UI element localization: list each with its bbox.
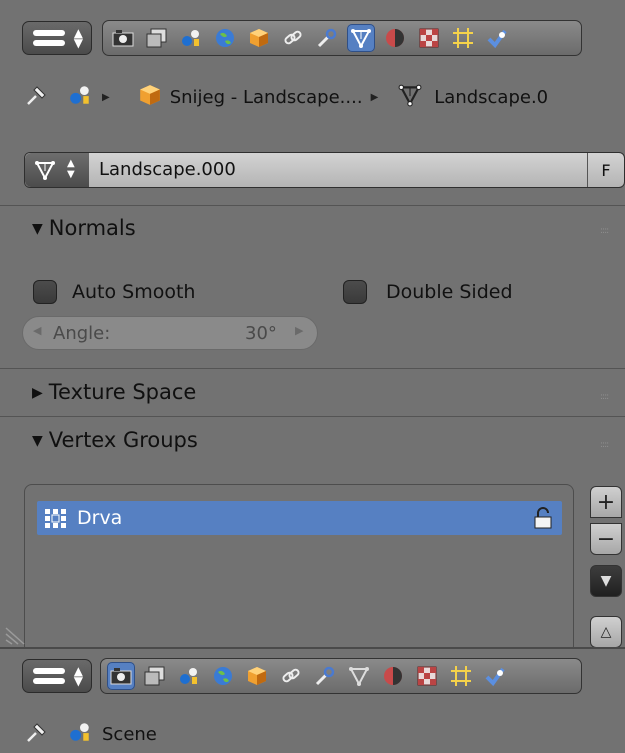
move-up-button[interactable]: △ [590, 616, 622, 648]
material-icon[interactable] [381, 24, 409, 52]
physics-icon[interactable] [483, 24, 511, 52]
scene-icon [68, 83, 94, 112]
panel-divider [0, 205, 625, 206]
auto-smooth-checkbox[interactable] [33, 280, 57, 304]
increment-arrow-icon[interactable]: ▶ [295, 324, 303, 337]
vertex-groups-panel-header[interactable]: ▼ Vertex Groups [32, 428, 198, 452]
browse-mesh-button[interactable]: ▲ ▼ [25, 153, 89, 187]
add-vertex-group-button[interactable]: + [590, 486, 622, 518]
angle-field[interactable]: ◀ Angle: 30° ▶ [22, 316, 318, 350]
modifiers-icon[interactable] [311, 662, 339, 690]
updown-arrows-icon: ▲ ▼ [73, 26, 83, 50]
breadcrumb: Scene [24, 719, 157, 750]
angle-label: Angle: [53, 323, 111, 344]
breadcrumb-scene: Scene [102, 724, 157, 745]
render-layers-icon[interactable] [141, 662, 169, 690]
vertex-group-name: Drva [77, 507, 123, 529]
updown-arrows-icon: ▲ ▼ [67, 158, 75, 180]
properties-editor-icon [33, 668, 65, 686]
normals-panel-header[interactable]: ▼ Normals [32, 216, 136, 240]
fake-user-button[interactable]: F [587, 153, 624, 187]
scene-icon[interactable] [177, 24, 205, 52]
data-icon[interactable] [347, 24, 375, 52]
mesh-datablock-selector: ▲ ▼ Landscape.000 F [24, 152, 625, 188]
material-icon[interactable] [379, 662, 407, 690]
object-icon[interactable] [245, 24, 273, 52]
pin-icon[interactable] [24, 82, 54, 113]
panel-grip-icon[interactable]: :::: [600, 226, 609, 236]
expanded-triangle-icon: ▼ [32, 433, 43, 449]
scene-icon[interactable] [175, 662, 203, 690]
texture-icon[interactable] [415, 24, 443, 52]
mesh-name-field[interactable]: Landscape.000 [99, 159, 236, 180]
editor-type-selector[interactable]: ▲ ▼ [22, 659, 92, 693]
editor-type-selector[interactable]: ▲ ▼ [22, 21, 92, 55]
pin-icon[interactable] [24, 719, 54, 750]
world-icon[interactable] [211, 24, 239, 52]
render-layers-icon[interactable] [143, 24, 171, 52]
angle-value: 30° [245, 323, 277, 344]
double-sided-label: Double Sided [386, 281, 513, 303]
texture-space-panel-header[interactable]: ▶ Texture Space [32, 380, 196, 404]
vertex-groups-list: Drva [24, 484, 574, 654]
specials-menu-button[interactable]: ▼ [590, 565, 622, 597]
expanded-triangle-icon: ▼ [32, 221, 43, 237]
resize-grip-icon[interactable] [4, 622, 28, 646]
list-item[interactable]: Drva [37, 501, 562, 535]
panel-grip-icon[interactable]: :::: [600, 392, 609, 402]
vertex-group-icon [45, 509, 66, 528]
data-icon[interactable] [345, 662, 373, 690]
physics-icon[interactable] [481, 662, 509, 690]
mesh-data-icon [398, 83, 424, 112]
vertex-groups-panel-title: Vertex Groups [48, 428, 198, 452]
context-tabs [100, 658, 582, 694]
decrement-arrow-icon[interactable]: ◀ [33, 324, 41, 337]
texture-icon[interactable] [413, 662, 441, 690]
texture-space-panel-title: Texture Space [48, 380, 197, 404]
particles-icon[interactable] [447, 662, 475, 690]
updown-arrows-icon: ▲ ▼ [73, 664, 83, 688]
world-icon[interactable] [209, 662, 237, 690]
breadcrumb-object: Snijeg - Landscape.... [169, 86, 363, 108]
render-icon[interactable] [107, 662, 135, 690]
constraints-icon[interactable] [279, 24, 307, 52]
panel-grip-icon[interactable]: :::: [600, 440, 609, 450]
auto-smooth-label: Auto Smooth [72, 281, 196, 303]
second-properties-header: ▲ ▼ Scene [0, 647, 625, 753]
modifiers-icon[interactable] [313, 24, 341, 52]
breadcrumb: ▶ Snijeg - Landscape.... ▶ Landscape.0 [24, 82, 548, 112]
properties-header: ▲ ▼ [0, 0, 625, 66]
normals-panel-title: Normals [48, 216, 136, 240]
particles-icon[interactable] [449, 24, 477, 52]
properties-editor-icon [33, 30, 65, 48]
constraints-icon[interactable] [277, 662, 305, 690]
breadcrumb-mesh: Landscape.0 [434, 86, 549, 108]
object-icon[interactable] [243, 662, 271, 690]
panel-divider [0, 416, 625, 417]
unlock-icon[interactable] [532, 507, 554, 529]
remove-vertex-group-button[interactable]: − [590, 523, 622, 555]
context-tabs [102, 20, 582, 56]
chevron-right-icon: ▶ [102, 91, 110, 103]
double-sided-checkbox[interactable] [343, 280, 367, 304]
scene-icon [68, 720, 94, 749]
chevron-right-icon: ▶ [370, 91, 379, 103]
collapsed-triangle-icon: ▶ [32, 385, 43, 401]
object-icon [138, 83, 164, 112]
panel-divider [0, 368, 625, 369]
render-icon[interactable] [109, 24, 137, 52]
